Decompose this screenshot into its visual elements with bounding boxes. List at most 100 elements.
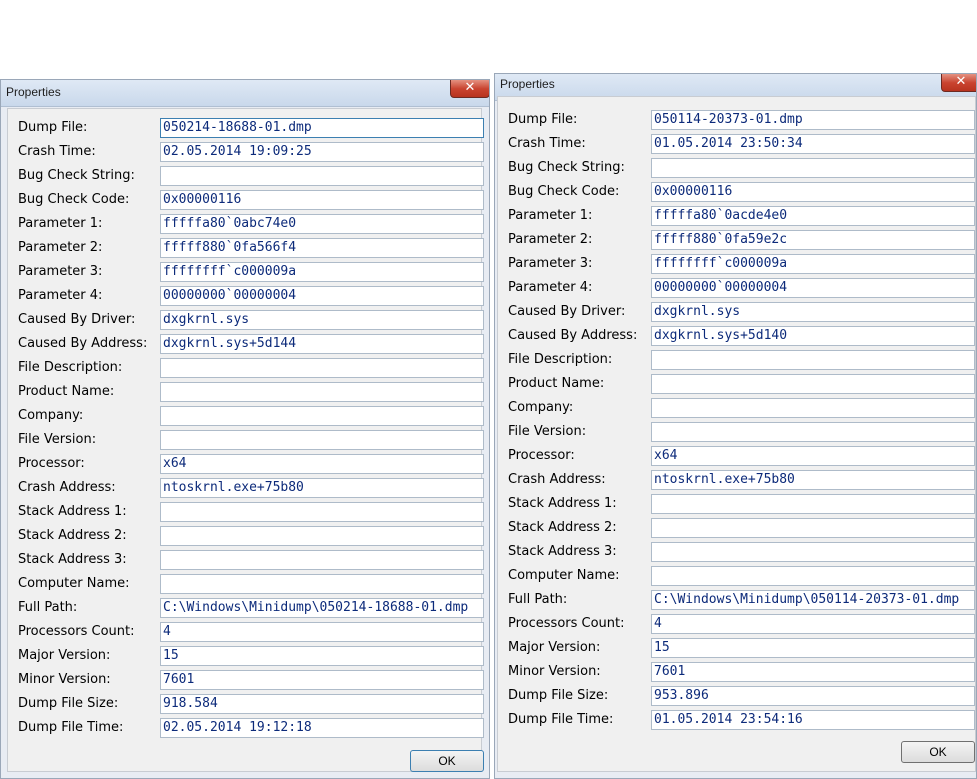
- field-value-minor-version[interactable]: 7601: [651, 662, 975, 682]
- ok-button[interactable]: OK: [901, 741, 975, 763]
- field-value-major-version[interactable]: 15: [651, 638, 975, 658]
- field-label: Minor Version:: [18, 672, 111, 687]
- field-value-caused-by-driver[interactable]: dxgkrnl.sys: [651, 302, 975, 322]
- field-value-minor-version[interactable]: 7601: [160, 670, 484, 690]
- close-button[interactable]: ✕: [450, 80, 489, 98]
- field-value-parameter-4[interactable]: 00000000`00000004: [651, 278, 975, 298]
- field-row-processors-count: Processors Count: 4: [8, 621, 484, 645]
- field-value-crash-address[interactable]: ntoskrnl.exe+75b80: [651, 470, 975, 490]
- field-label: Dump File Time:: [18, 720, 124, 735]
- field-label: Company:: [18, 408, 84, 423]
- field-row-parameter-4: Parameter 4: 00000000`00000004: [498, 277, 975, 301]
- field-value-parameter-3[interactable]: ffffffff`c000009a: [160, 262, 484, 282]
- field-row-caused-by-address: Caused By Address: dxgkrnl.sys+5d140: [498, 325, 975, 349]
- field-value-dump-file-time[interactable]: 01.05.2014 23:54:16: [651, 710, 975, 730]
- field-label: Dump File Time:: [508, 712, 614, 727]
- field-label: Dump File:: [508, 112, 578, 127]
- field-label: Stack Address 2:: [508, 520, 617, 535]
- properties-dialog-right: Properties ✕ Dump File: 050114-20373-01.d…: [494, 73, 977, 779]
- field-row-full-path: Full Path: C:\Windows\Minidump\050114-203…: [498, 589, 975, 613]
- field-value-dump-file-size[interactable]: 953.896: [651, 686, 975, 706]
- fields-panel: Dump File: 050214-18688-01.dmp Crash Time:…: [7, 108, 484, 772]
- field-label: Parameter 4:: [18, 288, 103, 303]
- field-value-caused-by-driver[interactable]: dxgkrnl.sys: [160, 310, 484, 330]
- field-row-parameter-3: Parameter 3: ffffffff`c000009a: [8, 261, 484, 285]
- field-row-crash-address: Crash Address: ntoskrnl.exe+75b80: [8, 477, 484, 501]
- field-row-computer-name: Computer Name:: [8, 573, 484, 597]
- field-label: Company:: [508, 400, 574, 415]
- field-value-caused-by-address[interactable]: dxgkrnl.sys+5d144: [160, 334, 484, 354]
- field-row-dump-file-size: Dump File Size: 918.584: [8, 693, 484, 717]
- field-row-stack-address-1: Stack Address 1:: [498, 493, 975, 517]
- field-row-product-name: Product Name:: [498, 373, 975, 397]
- field-value-bug-check-string[interactable]: [651, 158, 975, 178]
- field-value-bug-check-code[interactable]: 0x00000116: [160, 190, 484, 210]
- field-value-crash-address[interactable]: ntoskrnl.exe+75b80: [160, 478, 484, 498]
- field-value-parameter-3[interactable]: ffffffff`c000009a: [651, 254, 975, 274]
- field-value-product-name[interactable]: [160, 382, 484, 402]
- field-value-file-version[interactable]: [651, 422, 975, 442]
- field-value-computer-name[interactable]: [160, 574, 484, 594]
- field-value-bug-check-string[interactable]: [160, 166, 484, 186]
- field-value-file-description[interactable]: [160, 358, 484, 378]
- title-bar[interactable]: Properties ✕: [1, 80, 489, 107]
- field-label: Parameter 3:: [508, 256, 593, 271]
- field-value-dump-file[interactable]: 050114-20373-01.dmp: [651, 110, 975, 130]
- field-label: Bug Check Code:: [18, 192, 130, 207]
- field-row-dump-file-time: Dump File Time: 02.05.2014 19:12:18: [8, 717, 484, 741]
- field-value-dump-file[interactable]: 050214-18688-01.dmp: [160, 118, 484, 138]
- field-value-company[interactable]: [651, 398, 975, 418]
- field-row-company: Company:: [8, 405, 484, 429]
- field-row-processor: Processor: x64: [8, 453, 484, 477]
- close-button[interactable]: ✕: [941, 74, 976, 92]
- field-label: File Description:: [18, 360, 123, 375]
- field-value-processor[interactable]: x64: [160, 454, 484, 474]
- field-label: Crash Address:: [508, 472, 606, 487]
- field-row-caused-by-address: Caused By Address: dxgkrnl.sys+5d144: [8, 333, 484, 357]
- field-value-processors-count[interactable]: 4: [651, 614, 975, 634]
- field-value-crash-time[interactable]: 01.05.2014 23:50:34: [651, 134, 975, 154]
- field-label: Stack Address 1:: [508, 496, 617, 511]
- field-label: Processors Count:: [18, 624, 135, 639]
- field-value-stack-address-2[interactable]: [651, 518, 975, 538]
- field-value-full-path[interactable]: C:\Windows\Minidump\050214-18688-01.dmp: [160, 598, 484, 618]
- field-row-computer-name: Computer Name:: [498, 565, 975, 589]
- field-value-stack-address-3[interactable]: [160, 550, 484, 570]
- field-value-dump-file-time[interactable]: 02.05.2014 19:12:18: [160, 718, 484, 738]
- field-value-processors-count[interactable]: 4: [160, 622, 484, 642]
- field-value-bug-check-code[interactable]: 0x00000116: [651, 182, 975, 202]
- fields-panel: Dump File: 050114-20373-01.dmp Crash Time:…: [497, 96, 976, 772]
- field-value-crash-time[interactable]: 02.05.2014 19:09:25: [160, 142, 484, 162]
- field-value-company[interactable]: [160, 406, 484, 426]
- field-value-stack-address-1[interactable]: [651, 494, 975, 514]
- field-value-parameter-1[interactable]: fffffa80`0abc74e0: [160, 214, 484, 234]
- field-value-major-version[interactable]: 15: [160, 646, 484, 666]
- field-value-processor[interactable]: x64: [651, 446, 975, 466]
- field-label: Bug Check Code:: [508, 184, 620, 199]
- field-row-major-version: Major Version: 15: [8, 645, 484, 669]
- field-label: Full Path:: [18, 600, 78, 615]
- field-value-parameter-4[interactable]: 00000000`00000004: [160, 286, 484, 306]
- field-label: Dump File:: [18, 120, 88, 135]
- field-row-major-version: Major Version: 15: [498, 637, 975, 661]
- field-value-stack-address-1[interactable]: [160, 502, 484, 522]
- field-value-dump-file-size[interactable]: 918.584: [160, 694, 484, 714]
- field-value-full-path[interactable]: C:\Windows\Minidump\050114-20373-01.dmp: [651, 590, 975, 610]
- field-label: Parameter 1:: [508, 208, 593, 223]
- field-row-caused-by-driver: Caused By Driver: dxgkrnl.sys: [498, 301, 975, 325]
- field-label: Crash Time:: [18, 144, 96, 159]
- field-label: Caused By Address:: [508, 328, 638, 343]
- field-value-file-description[interactable]: [651, 350, 975, 370]
- field-label: Dump File Size:: [508, 688, 609, 703]
- field-value-file-version[interactable]: [160, 430, 484, 450]
- field-value-parameter-1[interactable]: fffffa80`0acde4e0: [651, 206, 975, 226]
- field-label: Parameter 3:: [18, 264, 103, 279]
- field-value-stack-address-3[interactable]: [651, 542, 975, 562]
- field-value-computer-name[interactable]: [651, 566, 975, 586]
- ok-button[interactable]: OK: [410, 750, 484, 772]
- field-value-product-name[interactable]: [651, 374, 975, 394]
- field-value-caused-by-address[interactable]: dxgkrnl.sys+5d140: [651, 326, 975, 346]
- field-value-parameter-2[interactable]: fffff880`0fa566f4: [160, 238, 484, 258]
- field-value-parameter-2[interactable]: fffff880`0fa59e2c: [651, 230, 975, 250]
- field-value-stack-address-2[interactable]: [160, 526, 484, 546]
